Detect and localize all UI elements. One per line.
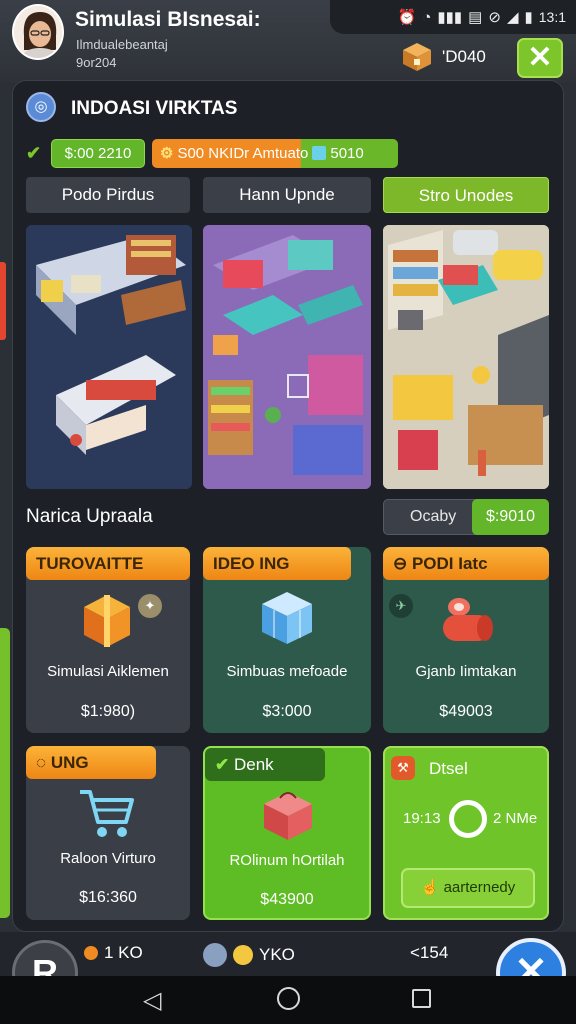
upgrade-card-5[interactable]: ✔ Denk ROlinum hOrtilah $43900 bbox=[203, 746, 371, 920]
store-scene-preview-3[interactable] bbox=[383, 225, 549, 489]
card-title: Dtsel bbox=[429, 759, 468, 778]
coin-icon bbox=[233, 945, 253, 965]
panel-title: INDOASI VIRKTAS bbox=[71, 98, 238, 119]
flag-icon bbox=[312, 146, 327, 160]
red-pipe-icon bbox=[443, 598, 493, 641]
coin-icon: ◌ bbox=[36, 753, 47, 772]
filter-price-button[interactable]: $:9010 bbox=[472, 499, 549, 535]
filter-label: Ocaby bbox=[410, 508, 457, 525]
tab-stro-unodes[interactable]: Stro Unodes bbox=[383, 177, 549, 213]
upgrade-card-3[interactable]: ⊖ PODI Iatc ✈ Gjanb Iimtakan $49003 bbox=[383, 547, 549, 733]
resource-counter-1: 1 KO bbox=[84, 943, 143, 963]
upgrade-card-1[interactable]: TUROVAITTE ✦ Simulasi Aiklemen $1:980) bbox=[26, 547, 190, 733]
card-banner: IDEO ING bbox=[203, 547, 351, 580]
gear-icon: ⚙ bbox=[160, 145, 174, 162]
coin-counter: 'D040 bbox=[442, 47, 486, 66]
app-subtitle: Ilmdualebeantaj bbox=[76, 37, 168, 52]
resource-value-1: 1 KO bbox=[104, 943, 143, 962]
mute-icon: ⊘ bbox=[488, 9, 501, 26]
resource-value-2: YKO bbox=[259, 945, 295, 964]
card-price: $49003 bbox=[439, 703, 493, 720]
rocket-badge-icon: ✈ bbox=[389, 594, 413, 618]
timer-ring-icon bbox=[449, 800, 487, 838]
globe-icon: ◎ bbox=[26, 92, 56, 122]
red-box-icon bbox=[264, 792, 312, 840]
store-scene-preview-1[interactable] bbox=[26, 225, 192, 489]
store-street-scene-illustration bbox=[383, 225, 549, 489]
back-icon[interactable]: ◁ bbox=[143, 986, 161, 1015]
office-scene-illustration bbox=[26, 225, 192, 489]
signal-icon: ▮▮▮ bbox=[437, 9, 463, 26]
home-icon[interactable] bbox=[277, 987, 300, 1010]
card-banner: ◌ UNG bbox=[26, 746, 156, 779]
card-name: Raloon Virturo bbox=[60, 850, 156, 867]
card-name: Simbuas mefoade bbox=[226, 663, 348, 680]
market-scene-illustration bbox=[203, 225, 371, 489]
bonus-bar[interactable]: ⚙ S00 NKIDr Amtuato 5010 bbox=[152, 139, 398, 168]
status-time: 13:1 bbox=[538, 9, 566, 25]
check-icon: ✔ bbox=[215, 755, 230, 774]
money-balance: $:00 2210 bbox=[51, 139, 145, 168]
close-button[interactable]: ✕ bbox=[517, 38, 563, 78]
sd-card-icon: ▤ bbox=[468, 9, 483, 26]
recent-apps-icon[interactable] bbox=[412, 989, 431, 1008]
status-bar: ⏰ ◔ ▮▮▮ ▤ ⊘ ◢ ▮ 13:1 bbox=[330, 0, 576, 34]
resource-counter-2: YKO bbox=[203, 943, 295, 967]
card-price: $16:360 bbox=[79, 889, 137, 906]
card-banner-label: Denk bbox=[233, 755, 274, 774]
card-banner: TUROVAITTE bbox=[26, 547, 190, 580]
gem-icon bbox=[84, 946, 98, 960]
card-name: ROlinum hOrtilah bbox=[229, 852, 345, 869]
card-banner-label: UNG bbox=[50, 753, 89, 772]
tab-podo-pirdus[interactable]: Podo Pirdus bbox=[26, 177, 190, 213]
upgrade-card-2[interactable]: IDEO ING Simbuas mefoade $3:000 bbox=[203, 547, 371, 733]
tools-icon: ⚒ bbox=[391, 756, 415, 780]
side-accent-red bbox=[0, 262, 6, 340]
bonus-label: S00 NKIDr Amtuato bbox=[177, 145, 309, 162]
blue-cube-icon bbox=[262, 592, 312, 644]
card-price: $1:980) bbox=[80, 703, 136, 720]
resource-counter-3: <154 bbox=[410, 943, 449, 962]
crate-icon bbox=[400, 40, 434, 74]
card-price: $43900 bbox=[260, 891, 314, 908]
timer-left: 19:13 bbox=[403, 810, 441, 827]
shopping-cart-icon bbox=[80, 790, 134, 837]
timer-right: 2 NMe bbox=[493, 810, 538, 827]
card-name: Gjanb Iimtakan bbox=[415, 663, 517, 680]
gift-box-icon bbox=[84, 595, 130, 647]
check-icon: ✔ bbox=[26, 143, 42, 163]
side-accent-green bbox=[0, 628, 10, 918]
alarm-icon: ⏰ bbox=[397, 9, 417, 26]
avatar[interactable] bbox=[12, 4, 64, 60]
card-price: $3:000 bbox=[262, 703, 312, 720]
clock-icon: ◔ bbox=[422, 8, 432, 26]
card-banner: ⊖ PODI Iatc bbox=[383, 547, 549, 580]
section-title: Narica Upraala bbox=[26, 506, 153, 527]
card-action-button[interactable]: ☝ aarternedy bbox=[401, 868, 535, 908]
card-action-label: aarternedy bbox=[443, 879, 516, 896]
wifi-icon: ◢ bbox=[506, 9, 519, 26]
star-badge-icon: ✦ bbox=[138, 594, 162, 618]
upgrade-card-4[interactable]: ◌ UNG Raloon Virturo $16:360 bbox=[26, 746, 190, 920]
store-scene-preview-2[interactable] bbox=[203, 225, 371, 489]
upgrade-card-6[interactable]: ⚒ Dtsel 19:13 2 NMe ☝ aarternedy bbox=[383, 746, 549, 920]
card-banner: ✔ Denk bbox=[205, 748, 325, 781]
compass-icon bbox=[203, 943, 227, 967]
bonus-value: 5010 bbox=[330, 145, 364, 162]
tab-hann-upnde[interactable]: Hann Upnde bbox=[203, 177, 371, 213]
pointer-icon: ☝ bbox=[420, 879, 440, 896]
app-subtitle-secondary: 9or204 bbox=[76, 55, 117, 70]
app-title: Simulasi BIsnesai: bbox=[75, 8, 261, 31]
battery-icon: ▮ bbox=[524, 9, 533, 26]
card-name: Simulasi Aiklemen bbox=[47, 663, 169, 680]
